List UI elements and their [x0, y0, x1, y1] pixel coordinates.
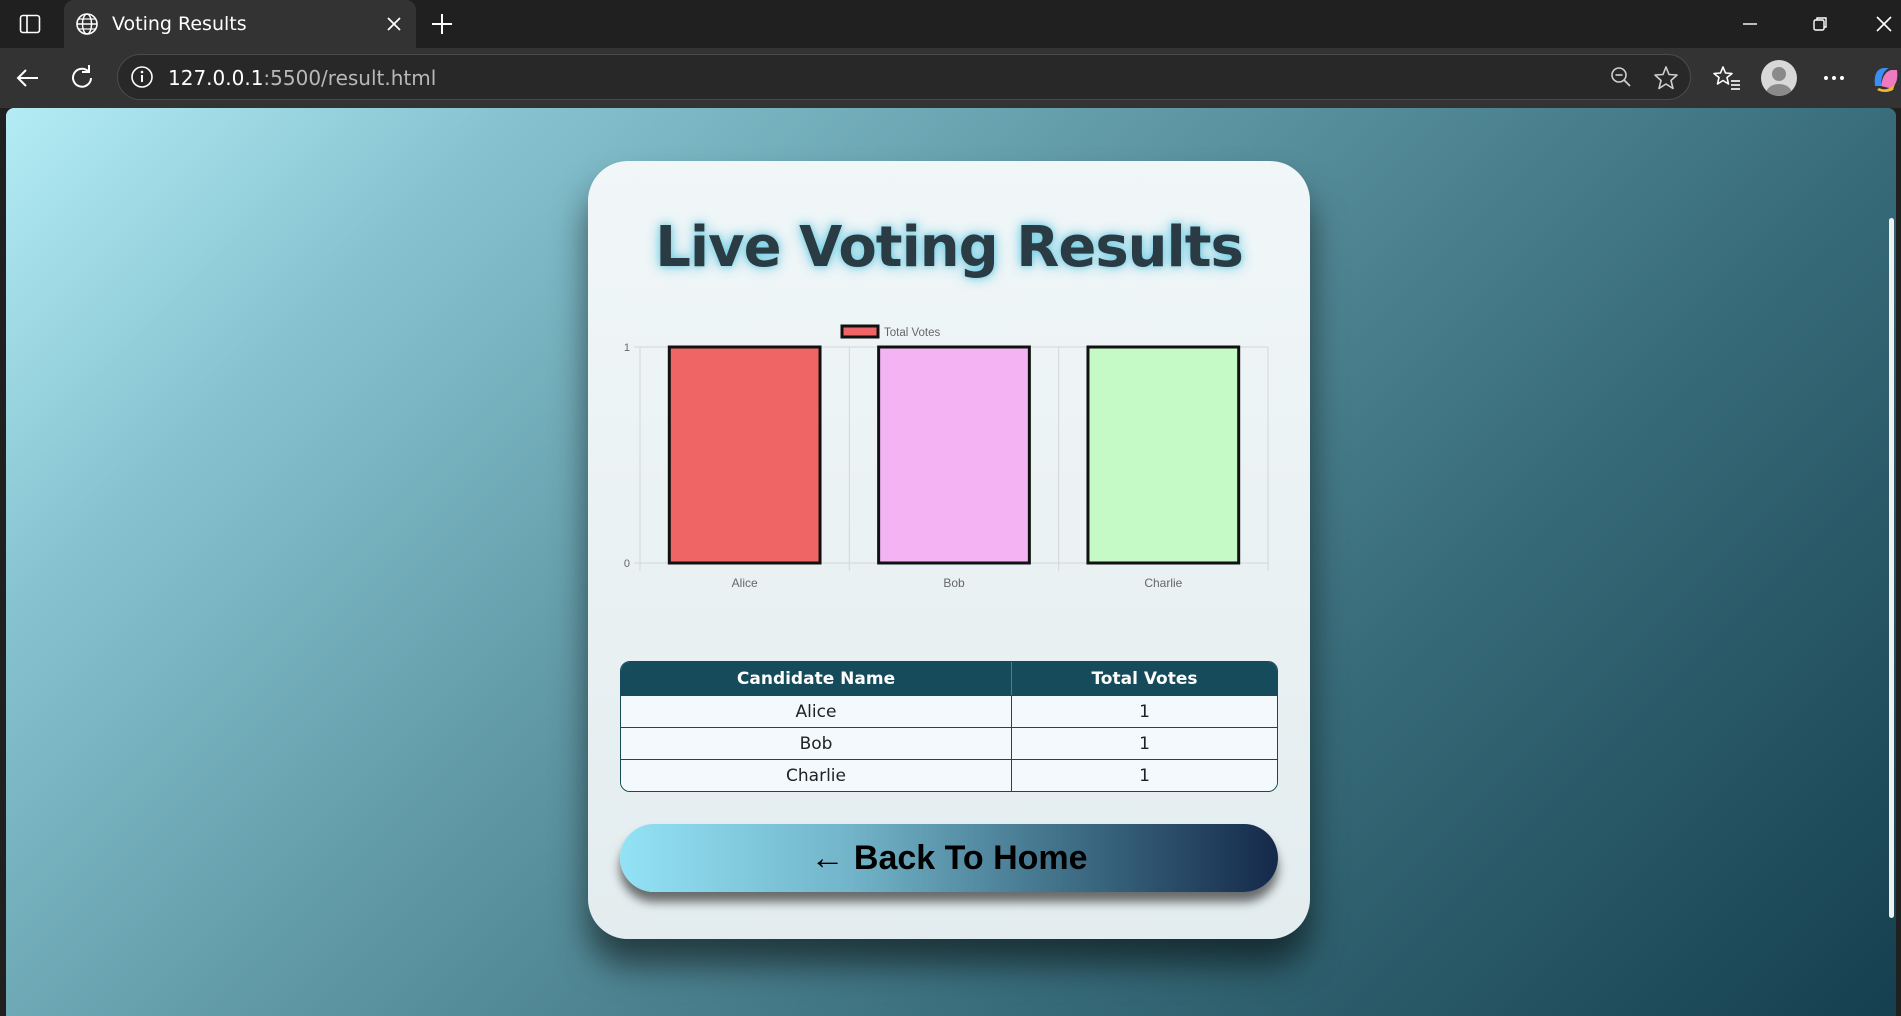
- url-path: :5500/result.html: [263, 66, 437, 90]
- back-to-home-button[interactable]: ← Back To Home: [620, 824, 1278, 892]
- favorites-icon[interactable]: [1711, 62, 1743, 94]
- scrollbar-thumb[interactable]: [1889, 218, 1894, 918]
- vote-count-cell: 1: [1011, 727, 1277, 759]
- candidate-name-cell: Bob: [621, 727, 1011, 759]
- site-info-icon[interactable]: [129, 64, 155, 90]
- restore-icon[interactable]: [1806, 10, 1834, 38]
- table-header-row: Candidate Name Total Votes: [621, 662, 1277, 695]
- minimize-icon[interactable]: [1736, 10, 1764, 38]
- new-tab-icon[interactable]: [428, 10, 456, 38]
- profile-avatar[interactable]: [1761, 60, 1797, 96]
- candidate-name-cell: Alice: [621, 695, 1011, 727]
- address-bar[interactable]: 127.0.0.1:5500/result.html: [117, 54, 1691, 100]
- table-row: Alice 1: [621, 695, 1277, 727]
- tab-title: Voting Results: [112, 13, 247, 35]
- favorite-star-icon[interactable]: [1652, 64, 1680, 92]
- url-text[interactable]: 127.0.0.1:5500/result.html: [168, 66, 436, 90]
- x-tick-label: Charlie: [1144, 576, 1182, 590]
- votes-bar-chart: 0 1 Alice Bob Charlie Total Votes: [624, 324, 1269, 590]
- globe-icon: [76, 13, 98, 35]
- column-header-votes: Total Votes: [1011, 662, 1277, 695]
- page-scrollbar[interactable]: [1886, 108, 1896, 1016]
- back-arrow-icon[interactable]: [12, 62, 44, 94]
- vote-count-cell: 1: [1011, 759, 1277, 791]
- close-tab-icon[interactable]: [382, 12, 406, 36]
- page-viewport: Live Voting Results 0 1 Alice Bob Charlie Tot…: [6, 108, 1896, 1016]
- y-tick-label: 0: [624, 558, 630, 570]
- profile-icon: [1766, 67, 1792, 96]
- legend-swatch: [840, 324, 880, 339]
- more-options-icon[interactable]: [1818, 62, 1850, 94]
- results-table: Candidate Name Total Votes Alice 1 Bob 1…: [620, 661, 1278, 792]
- table-row: Bob 1: [621, 727, 1277, 759]
- x-tick-label: Alice: [732, 576, 758, 590]
- bar-charlie: [1086, 345, 1241, 565]
- bar-bob: [877, 345, 1031, 565]
- page-title: Live Voting Results: [655, 215, 1244, 280]
- url-host: 127.0.0.1: [168, 66, 264, 90]
- x-tick-label: Bob: [943, 576, 965, 590]
- copilot-icon[interactable]: [1869, 62, 1901, 94]
- candidate-name-cell: Charlie: [621, 759, 1011, 791]
- close-window-icon[interactable]: [1870, 10, 1898, 38]
- bar-alice: [667, 345, 822, 565]
- table-row: Charlie 1: [621, 759, 1277, 791]
- sidebar-toggle-icon[interactable]: [18, 12, 42, 36]
- refresh-icon[interactable]: [66, 62, 98, 94]
- y-tick-label: 1: [624, 342, 630, 354]
- vote-count-cell: 1: [1011, 695, 1277, 727]
- browser-toolbar: 127.0.0.1:5500/result.html: [0, 48, 1901, 108]
- browser-tab[interactable]: Voting Results: [64, 0, 416, 48]
- legend-label: Total Votes: [884, 327, 941, 339]
- results-card: Live Voting Results 0 1 Alice Bob Charlie Tot…: [588, 161, 1310, 939]
- column-header-candidate: Candidate Name: [621, 662, 1011, 695]
- zoom-out-icon[interactable]: [1608, 64, 1634, 90]
- browser-titlebar: Voting Results: [0, 0, 1901, 48]
